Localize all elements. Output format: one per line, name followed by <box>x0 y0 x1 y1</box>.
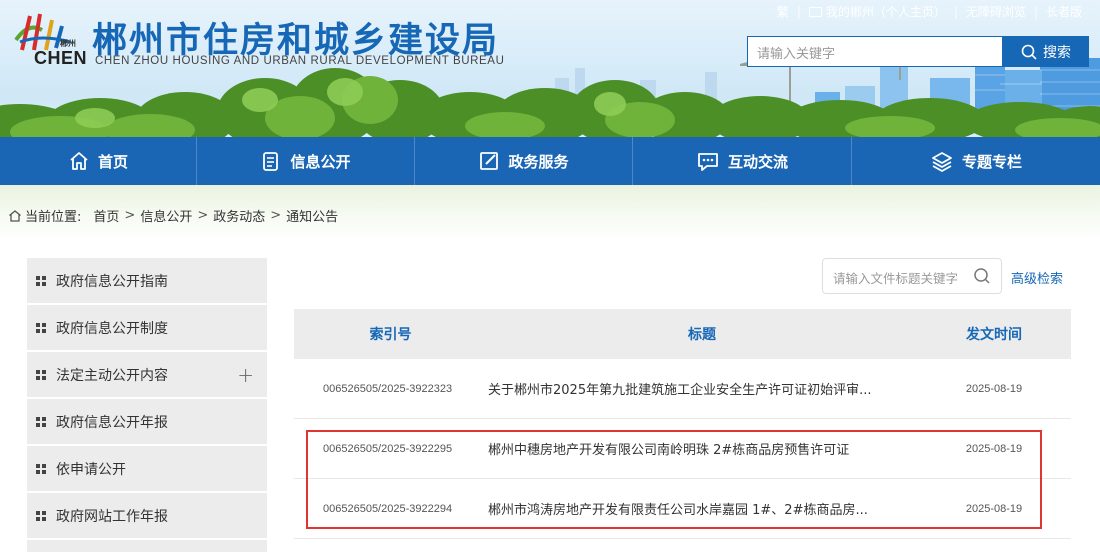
sidebar-item-label: 依申请公开 <box>56 461 126 478</box>
accessibility-link[interactable]: 无障碍浏览 <box>958 3 1034 20</box>
site-subtitle: CHEN ZHOU HOUSING AND URBAN RURAL DEVELO… <box>95 55 505 67</box>
breadcrumb-separator: > <box>197 208 209 223</box>
sidebar-item-website-report[interactable]: 政府网站工作年报 <box>27 493 267 538</box>
main-nav: 首页 信息公开 政务服务 互动交流 专题专栏 <box>0 137 1100 185</box>
sidebar-item-label: 政府信息公开指南 <box>56 273 168 290</box>
column-header-title: 标题 <box>688 327 716 343</box>
monitor-icon <box>808 7 822 17</box>
row-index: 006526505/2025-3922295 <box>323 442 453 455</box>
sidebar-item-disclosure-system[interactable]: 政府信息公开制度 <box>27 305 267 350</box>
search-icon[interactable] <box>973 267 991 285</box>
advanced-search-link[interactable]: 高级检索 <box>1011 268 1063 287</box>
search-button-label: 搜索 <box>1043 44 1071 61</box>
nav-label: 信息公开 <box>290 152 351 171</box>
breadcrumb: 当前位置: 首页 > 信息公开 > 政务动态 > 通知公告 <box>8 206 338 225</box>
nav-label: 专题专栏 <box>961 152 1022 171</box>
home-icon <box>70 152 88 170</box>
row-date: 2025-08-19 <box>965 502 1023 515</box>
grid-icon <box>36 322 46 333</box>
grid-icon <box>36 275 46 286</box>
row-index: 006526505/2025-3922294 <box>323 502 453 515</box>
breadcrumb-separator: > <box>124 208 136 223</box>
table-row[interactable]: 006526505/2025-3922294 郴州市鸿涛房地产开发有限责任公司水… <box>294 479 1071 539</box>
nav-label: 政务服务 <box>508 152 569 171</box>
expand-plus-icon[interactable]: + <box>237 363 254 387</box>
nav-item-special-topics[interactable]: 专题专栏 <box>852 137 1100 185</box>
my-chenzhou-label: 我的郴州（个人主页） <box>825 5 946 19</box>
sidebar-item-annual-report[interactable]: 政府信息公开年报 <box>27 399 267 444</box>
chat-icon <box>698 153 718 171</box>
grid-icon <box>36 463 46 474</box>
site-search-button[interactable]: 搜索 <box>1003 36 1089 67</box>
breadcrumb-link-home[interactable]: 首页 <box>93 206 119 225</box>
nav-label: 首页 <box>97 152 128 171</box>
site-header: 郴州 CHEN 郴州市住房和城乡建设局 CHEN ZHOU HOUSING AN… <box>0 0 1100 137</box>
table-header: 索引号 标题 发文时间 <box>294 309 1071 359</box>
top-links: 繁 | 我的郴州（个人主页） | 无障碍浏览 | 长者版 <box>769 3 1090 20</box>
sidebar-item-label: 政府信息公开制度 <box>56 320 168 337</box>
breadcrumb-label: 当前位置: <box>25 210 82 225</box>
table-row[interactable]: 006526505/2025-3922323 关于郴州市2025年第九批建筑施工… <box>294 359 1071 419</box>
breadcrumb-link-info[interactable]: 信息公开 <box>140 206 192 225</box>
document-icon <box>263 152 279 171</box>
sidebar-item-label: 法定主动公开内容 <box>56 367 168 384</box>
nav-item-home[interactable]: 首页 <box>0 137 197 185</box>
sidebar: 政府信息公开指南 政府信息公开制度 法定主动公开内容 + 政府信息公开年报 依申… <box>27 258 267 552</box>
sidebar-item-disclosure-guide[interactable]: 政府信息公开指南 <box>27 258 267 303</box>
elder-version-link[interactable]: 长者版 <box>1038 3 1090 20</box>
grid-icon <box>36 416 46 427</box>
layers-icon <box>932 152 952 172</box>
notice-table: 索引号 标题 发文时间 006526505/2025-3922323 关于郴州市… <box>294 309 1071 539</box>
nav-label: 互动交流 <box>727 152 788 171</box>
column-header-index: 索引号 <box>369 327 412 343</box>
sidebar-item-application-disclosure[interactable]: 依申请公开 <box>27 446 267 491</box>
grid-icon <box>36 369 46 380</box>
breadcrumb-separator: > <box>270 208 282 223</box>
sidebar-item-statutory-content[interactable]: 法定主动公开内容 + <box>27 352 267 397</box>
grid-icon <box>36 510 46 521</box>
home-icon <box>9 209 21 222</box>
row-date: 2025-08-19 <box>965 442 1023 455</box>
sidebar-item-partial[interactable] <box>27 540 267 552</box>
row-title-link[interactable]: 关于郴州市2025年第九批建筑施工企业安全生产许可证初始评审... <box>487 379 917 398</box>
traditional-chinese-link[interactable]: 繁 <box>769 3 797 20</box>
row-title-link[interactable]: 郴州市鸿涛房地产开发有限责任公司水岸嘉园 1#、2#栋商品房... <box>487 499 917 518</box>
logo-latin-text: CHEN <box>34 48 88 68</box>
breadcrumb-link-notices[interactable]: 通知公告 <box>286 206 338 225</box>
nav-item-gov-services[interactable]: 政务服务 <box>415 137 633 185</box>
my-chenzhou-link[interactable]: 我的郴州（个人主页） <box>801 3 954 20</box>
breadcrumb-link-news[interactable]: 政务动态 <box>213 206 265 225</box>
sidebar-item-label: 政府网站工作年报 <box>56 508 168 525</box>
sidebar-item-label: 政府信息公开年报 <box>56 414 168 431</box>
row-title-link[interactable]: 郴州中穗房地产开发有限公司南岭明珠 2#栋商品房预售许可证 <box>487 439 917 458</box>
table-row[interactable]: 006526505/2025-3922295 郴州中穗房地产开发有限公司南岭明珠… <box>294 419 1071 479</box>
row-date: 2025-08-19 <box>965 382 1023 395</box>
column-header-date: 发文时间 <box>966 327 1022 343</box>
row-index: 006526505/2025-3922323 <box>323 382 453 395</box>
nav-item-info-disclosure[interactable]: 信息公开 <box>197 137 415 185</box>
nav-item-interaction[interactable]: 互动交流 <box>633 137 852 185</box>
site-search-input[interactable]: 请输入关键字 <box>747 36 1003 67</box>
search-icon <box>1021 44 1037 60</box>
edit-icon <box>480 152 499 170</box>
